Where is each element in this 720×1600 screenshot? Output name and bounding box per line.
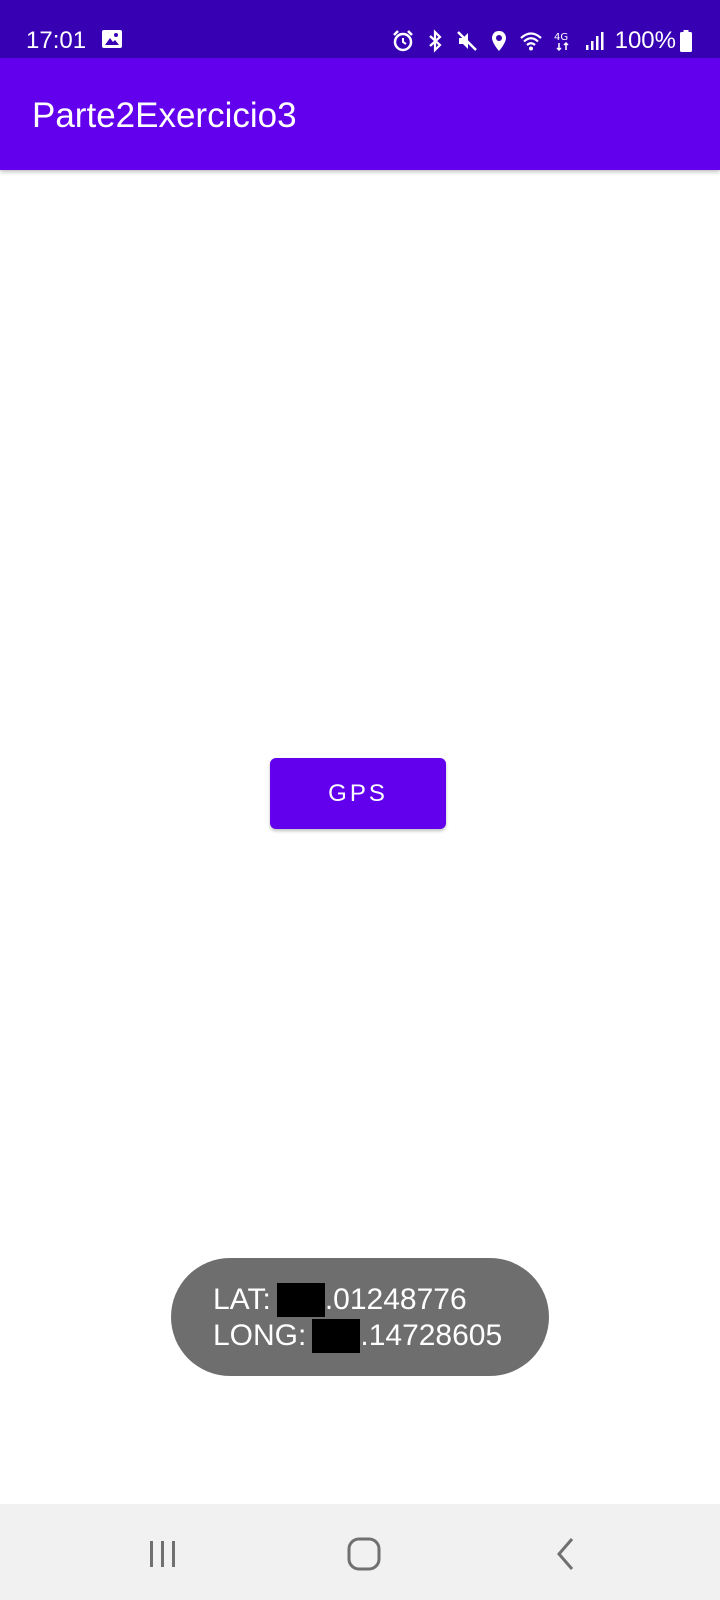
- battery-icon: [680, 30, 692, 52]
- back-icon: [557, 1538, 574, 1570]
- recents-icon: [150, 1541, 175, 1567]
- location-toast: LAT: .01248776 LONG: .14728605: [171, 1258, 549, 1376]
- longitude-line: LONG: .14728605: [213, 1318, 502, 1354]
- longitude-label: LONG:: [213, 1319, 307, 1352]
- location-icon: [491, 31, 506, 51]
- latitude-line: LAT: .01248776: [213, 1282, 502, 1318]
- app-bar: Parte2Exercicio3: [0, 58, 720, 170]
- svg-text:4G: 4G: [554, 32, 568, 43]
- latitude-value: .01248776: [324, 1283, 467, 1316]
- wifi-icon: [519, 32, 542, 51]
- status-time: 17:01: [26, 27, 87, 54]
- bluetooth-icon: [428, 29, 442, 53]
- back-button[interactable]: [536, 1526, 596, 1582]
- mute-icon: [456, 31, 477, 51]
- recents-button[interactable]: [133, 1526, 193, 1582]
- screen: 17:01 4G 100% Parte2Exercicio3 GPS LAT: …: [0, 0, 720, 1600]
- gps-button[interactable]: GPS: [270, 758, 446, 829]
- signal-icon: [585, 32, 604, 50]
- longitude-value: .14728605: [360, 1319, 503, 1352]
- redaction-block: [276, 1283, 325, 1317]
- home-icon: [347, 1537, 381, 1571]
- battery-level: 100%: [614, 27, 676, 54]
- status-bar: 17:01 4G 100%: [0, 0, 720, 58]
- alarm-icon: [392, 30, 413, 52]
- latitude-label: LAT:: [213, 1283, 271, 1316]
- app-title: Parte2Exercicio3: [32, 96, 297, 135]
- redaction-block: [312, 1319, 361, 1353]
- toast-text: LAT: .01248776 LONG: .14728605: [213, 1282, 502, 1354]
- gallery-icon: [102, 30, 122, 48]
- 4g-icon: 4G: [554, 32, 569, 52]
- status-icons: 4G 100%: [383, 26, 692, 56]
- home-button[interactable]: [334, 1526, 394, 1582]
- navigation-bar: [0, 1504, 720, 1600]
